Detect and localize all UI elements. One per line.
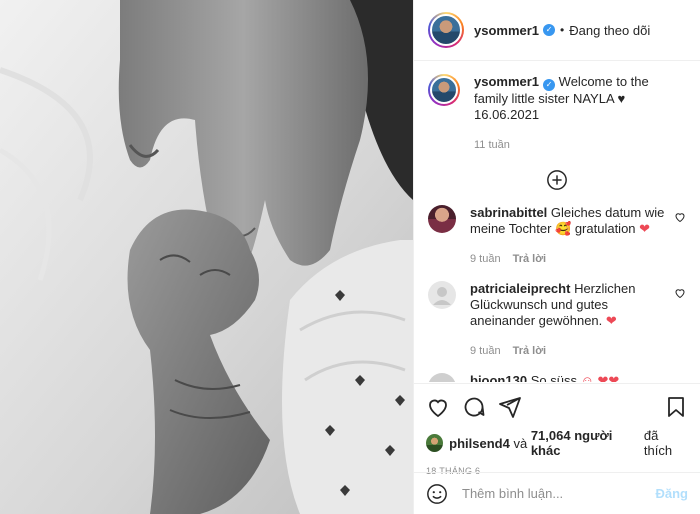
commenter-avatar[interactable]	[428, 205, 456, 233]
comment-input[interactable]	[462, 486, 656, 501]
verified-badge-icon: ✓	[543, 24, 556, 36]
post-detail-panel: ysommer1 ✓ • Đang theo dõi ysommer1 ✓ Wel…	[413, 0, 700, 514]
caption-time[interactable]: 11 tuần	[474, 139, 510, 151]
comment-text: So süss	[530, 373, 577, 382]
plus-circle-icon[interactable]	[546, 169, 568, 191]
caption-username[interactable]: ysommer1	[474, 74, 539, 89]
red-heart-emoji: ❤	[605, 313, 617, 328]
likes-connector: và	[513, 435, 528, 451]
author-username[interactable]: ysommer1	[474, 23, 539, 38]
baby-hand-photo	[0, 0, 413, 514]
commenter-avatar[interactable]	[428, 281, 456, 309]
default-avatar-icon	[433, 287, 451, 305]
add-comment-bar: Đăng	[414, 472, 700, 514]
heart-icon[interactable]	[426, 395, 450, 419]
comment-item: bjoon130 So süss ☺ ❤❤	[428, 373, 686, 382]
post-comment-button[interactable]: Đăng	[656, 486, 689, 501]
like-comment-heart-icon[interactable]	[674, 287, 686, 299]
post-photo[interactable]	[0, 0, 413, 514]
likes-count[interactable]: 71,064 người khác	[531, 428, 640, 458]
author-avatar[interactable]	[428, 12, 464, 48]
liker-avatar[interactable]	[426, 434, 444, 452]
red-heart-emoji: ❤	[639, 221, 651, 236]
commenter-avatar[interactable]	[428, 373, 456, 382]
liker-username[interactable]: philsend4	[449, 436, 510, 451]
like-comment-heart-icon[interactable]	[674, 211, 686, 223]
comment-item: sabrinabittel Gleiches datum wie meine T…	[428, 205, 686, 267]
post-actions: philsend4 và 71,064 người khác đã thích …	[414, 383, 700, 476]
comment-time[interactable]: 9 tuần	[470, 253, 501, 265]
comment-item: patricialeiprecht Herzlichen Glückwunsch…	[428, 281, 686, 359]
comment-username[interactable]: patricialeiprecht	[470, 281, 570, 296]
comments-list[interactable]: ysommer1 ✓ Welcome to the family little s…	[414, 62, 700, 382]
comment-icon[interactable]	[462, 395, 486, 419]
post-header: ysommer1 ✓ • Đang theo dõi	[414, 0, 700, 61]
comment-username[interactable]: sabrinabittel	[470, 205, 547, 220]
reply-button[interactable]: Trả lời	[513, 345, 547, 357]
load-more-comments-button[interactable]	[428, 169, 686, 191]
verified-badge-icon: ✓	[543, 79, 556, 91]
comment-username[interactable]: bjoon130	[470, 373, 527, 382]
comment-emojis: ☺ ❤❤	[580, 373, 620, 382]
follow-status-button[interactable]: Đang theo dõi	[569, 23, 650, 38]
comment-time[interactable]: 9 tuần	[470, 345, 501, 357]
caption-row: ysommer1 ✓ Welcome to the family little s…	[428, 74, 686, 153]
paper-plane-icon[interactable]	[498, 395, 522, 419]
smiley-icon[interactable]	[426, 483, 448, 505]
caption-avatar[interactable]	[428, 74, 460, 106]
likes-summary: philsend4 và 71,064 người khác đã thích	[426, 428, 688, 458]
likes-suffix: đã thích	[643, 428, 673, 458]
reply-button[interactable]: Trả lời	[513, 253, 547, 265]
header-separator: •	[560, 23, 565, 37]
bookmark-icon[interactable]	[664, 395, 688, 419]
